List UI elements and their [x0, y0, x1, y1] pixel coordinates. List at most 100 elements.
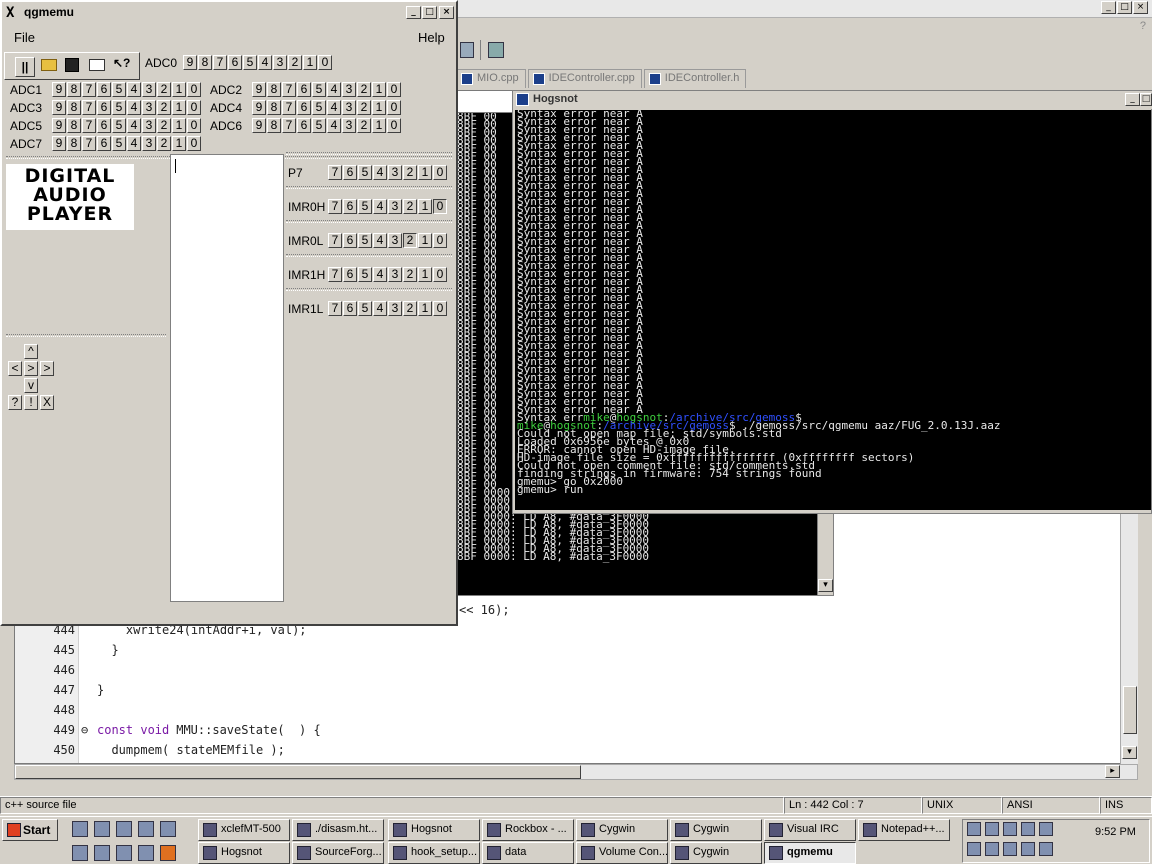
quicklaunch-icon[interactable]	[116, 821, 132, 837]
bit-button[interactable]: 9	[252, 100, 266, 115]
bit-button[interactable]: 8	[67, 82, 81, 97]
editor-tab[interactable]: IDEController.h	[643, 69, 747, 88]
close-icon[interactable]: ×	[1133, 1, 1148, 14]
bit-button[interactable]: 7	[82, 118, 96, 133]
bit-button[interactable]: 8	[267, 82, 281, 97]
editor-tab[interactable]: MIO.cpp	[456, 69, 526, 88]
bit-button[interactable]: 1	[372, 100, 386, 115]
x-button[interactable]: X	[40, 395, 54, 410]
dpad-left-button[interactable]: <	[8, 361, 22, 376]
bit-button[interactable]: 9	[52, 136, 66, 151]
bit-button[interactable]: 0	[433, 233, 447, 248]
hogsnot-console[interactable]: Syntax error near A Syntax error near A Sy…	[515, 110, 1151, 510]
clock[interactable]: 9:52 PM	[1095, 826, 1136, 838]
bit-button[interactable]: 4	[373, 165, 387, 180]
bit-button[interactable]: 4	[327, 82, 341, 97]
bit-button[interactable]: 5	[112, 100, 126, 115]
bit-button[interactable]: 6	[343, 233, 357, 248]
taskbar-button[interactable]: data	[482, 842, 574, 864]
bit-button[interactable]: 0	[433, 267, 447, 282]
bit-button[interactable]: 4	[327, 100, 341, 115]
bit-button[interactable]: 9	[183, 55, 197, 70]
taskbar-button[interactable]: qgmemu	[764, 842, 856, 864]
bit-button[interactable]: 8	[267, 118, 281, 133]
bit-button[interactable]: 2	[357, 100, 371, 115]
bit-button[interactable]: 1	[418, 199, 432, 214]
bit-button[interactable]: 1	[172, 82, 186, 97]
minimize-icon[interactable]: _	[406, 6, 421, 19]
scroll-right-icon[interactable]: ▸	[1105, 765, 1120, 778]
bit-button[interactable]: 5	[112, 118, 126, 133]
bit-button[interactable]: 7	[82, 82, 96, 97]
bit-button[interactable]: 6	[297, 118, 311, 133]
quicklaunch-icon[interactable]	[116, 845, 132, 861]
bit-button[interactable]: 6	[97, 118, 111, 133]
tray-icon[interactable]	[967, 822, 981, 836]
bit-button[interactable]: 0	[433, 301, 447, 316]
tray-icon[interactable]	[985, 822, 999, 836]
fold-marker[interactable]: ⊖	[81, 723, 88, 737]
scroll-thumb[interactable]	[1123, 686, 1137, 734]
bit-button[interactable]: 4	[127, 82, 141, 97]
bit-button[interactable]: 7	[282, 118, 296, 133]
bit-button[interactable]: 3	[388, 165, 402, 180]
bit-button[interactable]: 3	[342, 82, 356, 97]
bit-button[interactable]: 8	[67, 118, 81, 133]
taskbar-button[interactable]: Hogsnot	[388, 819, 480, 841]
bit-button[interactable]: 4	[327, 118, 341, 133]
output-list[interactable]	[170, 154, 284, 602]
start-button[interactable]: Start	[2, 819, 58, 841]
bit-button[interactable]: 3	[388, 233, 402, 248]
bit-button[interactable]: 7	[282, 82, 296, 97]
bit-button[interactable]: 0	[187, 82, 201, 97]
bit-button[interactable]: 0	[433, 165, 447, 180]
bit-button[interactable]: 2	[403, 165, 417, 180]
bang-button[interactable]: !	[24, 395, 38, 410]
tool-icon[interactable]	[488, 42, 504, 58]
bit-button[interactable]: 7	[328, 165, 342, 180]
bit-button[interactable]: 4	[127, 118, 141, 133]
taskbar-button[interactable]: Cygwin	[670, 842, 762, 864]
bit-button[interactable]: 1	[172, 118, 186, 133]
bit-button[interactable]: 6	[343, 165, 357, 180]
firefox-icon[interactable]	[160, 845, 176, 861]
bit-button[interactable]: 5	[312, 82, 326, 97]
bit-button[interactable]: 7	[82, 136, 96, 151]
bit-button[interactable]: 7	[213, 55, 227, 70]
hogsnot-window[interactable]: Hogsnot _ □ Syntax error near A Syntax er…	[512, 90, 1152, 514]
bit-button[interactable]: 5	[358, 267, 372, 282]
minimize-icon[interactable]: _	[1125, 93, 1140, 106]
bit-button[interactable]: 1	[418, 233, 432, 248]
bit-button[interactable]: 8	[267, 100, 281, 115]
bit-button[interactable]: 5	[358, 199, 372, 214]
close-icon[interactable]: ×	[439, 6, 454, 19]
quicklaunch-icon[interactable]	[72, 845, 88, 861]
bit-button[interactable]: 6	[97, 82, 111, 97]
bit-button[interactable]: 7	[328, 233, 342, 248]
menu-help[interactable]: Help	[418, 30, 445, 45]
taskbar-button[interactable]: Visual IRC	[764, 819, 856, 841]
bit-button[interactable]: 7	[328, 267, 342, 282]
bit-button[interactable]: 4	[127, 100, 141, 115]
bit-button[interactable]: 7	[282, 100, 296, 115]
hscroll-thumb[interactable]	[15, 765, 581, 779]
bit-button[interactable]: 3	[142, 100, 156, 115]
taskbar-button[interactable]: Cygwin	[576, 819, 668, 841]
bit-button[interactable]: 5	[312, 100, 326, 115]
bit-button[interactable]: 0	[387, 82, 401, 97]
bit-button[interactable]: 1	[418, 301, 432, 316]
bit-button[interactable]: 2	[288, 55, 302, 70]
tray-icon[interactable]	[985, 842, 999, 856]
bit-button[interactable]: 3	[342, 100, 356, 115]
dpad-center-button[interactable]: >	[24, 361, 38, 376]
bit-button[interactable]: 2	[157, 136, 171, 151]
bit-button[interactable]: 6	[97, 136, 111, 151]
dpad-up-button[interactable]: ^	[24, 344, 38, 359]
quicklaunch-icon[interactable]	[72, 821, 88, 837]
tray-icon[interactable]	[1039, 822, 1053, 836]
whats-this-icon[interactable]: ↖?	[113, 56, 130, 70]
quicklaunch-icon[interactable]	[94, 821, 110, 837]
taskbar-button[interactable]: ./disasm.ht...	[292, 819, 384, 841]
bit-button[interactable]: 3	[388, 301, 402, 316]
bit-button[interactable]: 8	[198, 55, 212, 70]
